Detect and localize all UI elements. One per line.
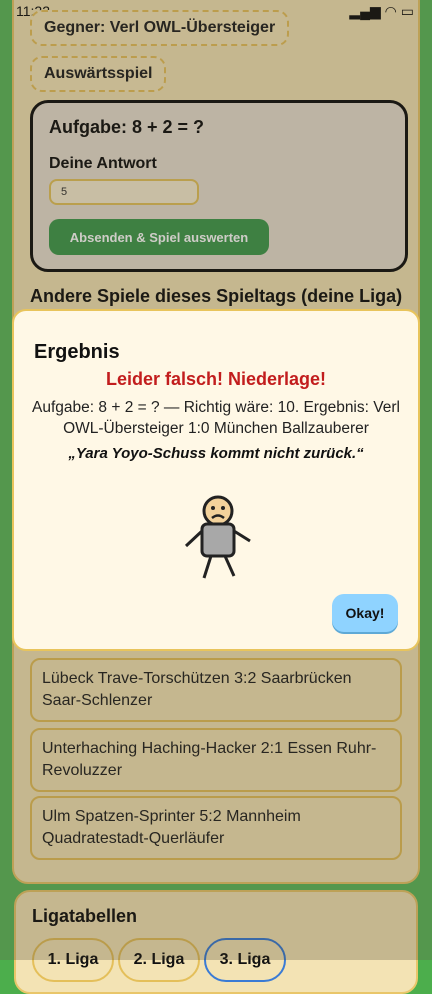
result-message: Leider falsch! Niederlage! bbox=[105, 369, 327, 389]
result-modal: Ergebnis Leider falsch! Niederlage! Aufg… bbox=[12, 309, 420, 651]
okay-button[interactable]: Okay! bbox=[332, 594, 398, 632]
modal-title: Ergebnis bbox=[34, 341, 120, 363]
result-detail: Aufgabe: 8 + 2 = ? — Richtig wäre: 10. E… bbox=[32, 399, 400, 437]
result-quote: „Yara Yoyo-Schuss kommt nicht zurück.“ bbox=[68, 445, 364, 462]
sad-player-icon bbox=[184, 495, 251, 579]
